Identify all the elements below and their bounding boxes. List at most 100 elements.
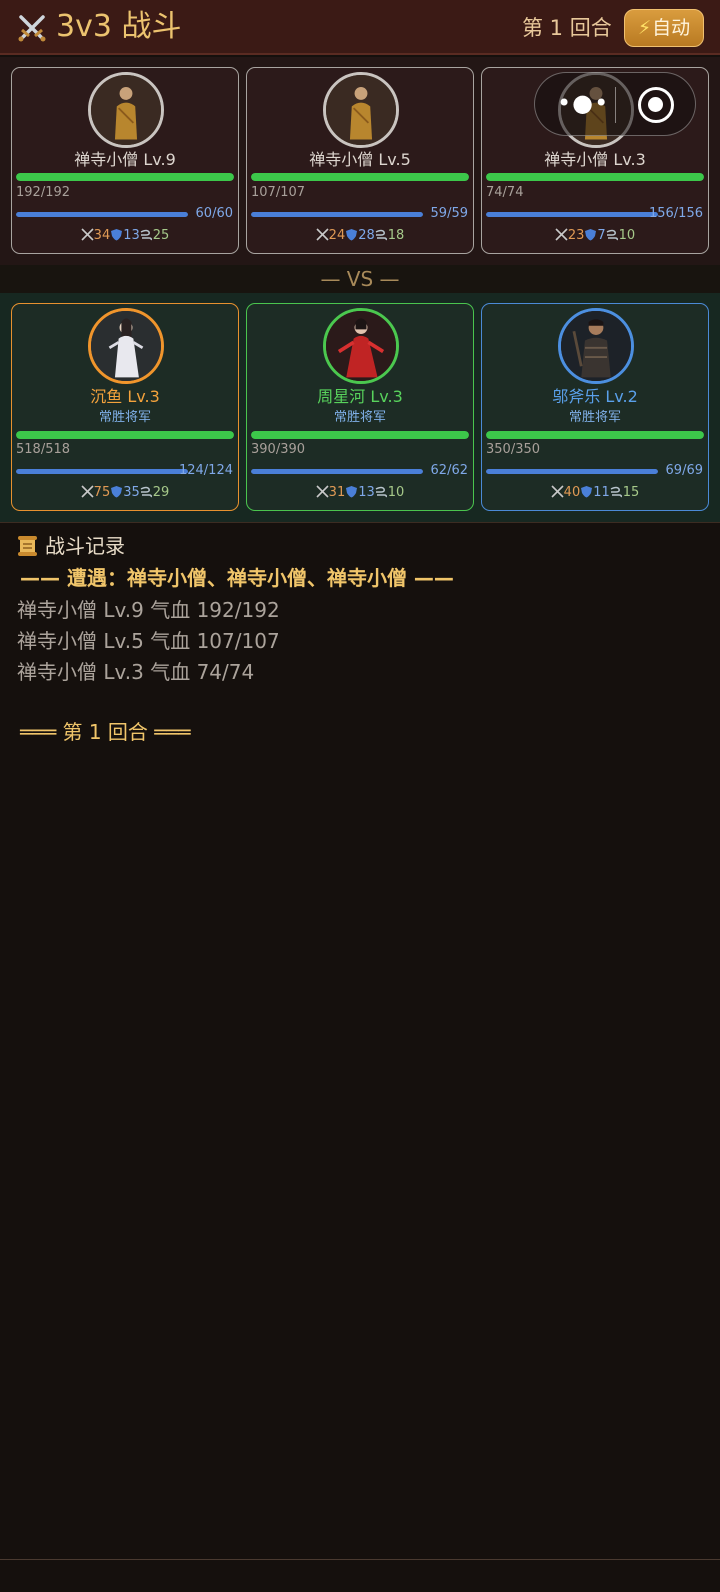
unit-name: 周星河 Lv.3 — [317, 387, 403, 406]
mp-value: 62/62 — [430, 463, 468, 478]
sword-icon — [555, 228, 568, 241]
mp-value: 124/124 — [178, 463, 233, 478]
mp-bar-fill — [16, 212, 188, 217]
speed-value: 10 — [618, 228, 636, 243]
enemy-card-1[interactable]: 禅寺小僧 Lv.9 192/192 60/60 34 13 25 — [11, 67, 239, 254]
target-circle-icon[interactable] — [638, 87, 674, 123]
mp-bar-fill — [486, 212, 658, 217]
sword-icon — [551, 485, 564, 498]
log-line: 禅寺小僧 Lv.3 气血 74/74 — [17, 660, 255, 684]
sword-icon — [316, 228, 329, 241]
hp-bar — [251, 173, 469, 181]
more-dots-icon[interactable]: •●• — [557, 89, 609, 117]
avatar — [558, 308, 634, 384]
battle-header: 3v3 战斗 第 1 回合 ⚡自动 — [0, 0, 720, 55]
hp-value: 350/350 — [486, 442, 541, 457]
speed-value: 10 — [387, 485, 405, 500]
hp-bar — [16, 173, 234, 181]
wind-icon — [140, 486, 152, 498]
unit-name: 禅寺小僧 Lv.3 — [544, 150, 646, 169]
hp-bar-fill — [251, 173, 469, 181]
mp-bar — [251, 212, 423, 217]
attack-value: 23 — [567, 228, 585, 243]
wind-icon — [606, 229, 618, 241]
hp-bar-fill — [251, 431, 469, 439]
unit-name: 禅寺小僧 Lv.9 — [74, 150, 176, 169]
attack-value: 31 — [328, 485, 346, 500]
enemy-card-2[interactable]: 禅寺小僧 Lv.5 107/107 59/59 24 28 18 — [246, 67, 474, 254]
mp-bar — [16, 469, 188, 474]
hp-bar — [486, 431, 704, 439]
wind-icon — [140, 229, 152, 241]
auto-button-label: 自动 — [652, 17, 691, 39]
unit-name: 沉鱼 Lv.3 — [90, 387, 160, 406]
unit-title: 常胜将军 — [333, 410, 386, 425]
capsule-separator — [615, 87, 616, 123]
hp-bar-fill — [486, 431, 704, 439]
mp-bar — [251, 469, 423, 474]
unit-title: 常胜将军 — [568, 410, 621, 425]
speed-value: 25 — [152, 228, 170, 243]
mp-value: 156/156 — [648, 206, 703, 221]
defense-value: 7 — [597, 228, 606, 243]
scroll-icon — [18, 536, 37, 556]
mp-bar — [486, 469, 658, 474]
shield-icon — [581, 486, 593, 498]
shield-icon — [111, 229, 123, 241]
mp-bar-fill — [16, 469, 188, 474]
wind-icon — [610, 486, 622, 498]
defense-value: 28 — [358, 228, 375, 243]
attack-value: 34 — [93, 228, 111, 243]
hp-bar — [16, 431, 234, 439]
mp-value: 59/59 — [430, 206, 468, 221]
unit-stats: 75 35 29 — [12, 485, 238, 501]
miniprogram-capsule: •●• — [534, 72, 696, 136]
shield-icon — [346, 229, 358, 241]
defense-value: 13 — [123, 228, 140, 243]
unit-title: 常胜将军 — [98, 410, 151, 425]
shield-icon — [346, 486, 358, 498]
hp-bar-fill — [16, 431, 234, 439]
crossed-swords-icon — [18, 15, 46, 42]
unit-name: 邬斧乐 Lv.2 — [552, 387, 638, 406]
attack-value: 40 — [563, 485, 581, 500]
defense-value: 35 — [123, 485, 140, 500]
speed-value: 18 — [387, 228, 405, 243]
unit-stats: 34 13 25 — [12, 228, 238, 244]
attack-value: 75 — [93, 485, 111, 500]
attack-value: 24 — [328, 228, 346, 243]
wind-icon — [375, 229, 387, 241]
hp-bar-fill — [16, 173, 234, 181]
log-round-marker: ═══ 第 1 回合 ═══ — [20, 720, 191, 744]
hp-value: 390/390 — [251, 442, 306, 457]
auto-button[interactable]: ⚡自动 — [624, 9, 704, 47]
ally-card-1[interactable]: 沉鱼 Lv.3 常胜将军 518/518 124/124 75 35 29 — [11, 303, 239, 511]
unit-name: 禅寺小僧 Lv.5 — [309, 150, 411, 169]
hp-value: 74/74 — [486, 185, 524, 200]
hp-bar — [486, 173, 704, 181]
avatar — [88, 72, 164, 148]
mp-value: 60/60 — [195, 206, 233, 221]
unit-stats: 31 13 10 — [247, 485, 473, 501]
hp-value: 192/192 — [16, 185, 71, 200]
sword-icon — [81, 485, 94, 498]
speed-value: 15 — [622, 485, 640, 500]
log-encounter-line: —— 遭遇：禅寺小僧、禅寺小僧、禅寺小僧 —— — [20, 566, 454, 590]
hp-bar-fill — [486, 173, 704, 181]
ally-card-2[interactable]: 周星河 Lv.3 常胜将军 390/390 62/62 31 13 10 — [246, 303, 474, 511]
unit-stats: 23 7 10 — [482, 228, 708, 244]
bottom-divider — [0, 1559, 720, 1560]
lightning-icon: ⚡ — [637, 17, 652, 39]
ally-card-3[interactable]: 邬斧乐 Lv.2 常胜将军 350/350 69/69 40 11 15 — [481, 303, 709, 511]
hp-value: 518/518 — [16, 442, 71, 457]
shield-icon — [111, 486, 123, 498]
shield-icon — [585, 229, 597, 241]
battle-title: 3v3 战斗 — [56, 9, 182, 44]
unit-stats: 40 11 15 — [482, 485, 708, 501]
speed-value: 29 — [152, 485, 170, 500]
divider — [0, 522, 720, 523]
mp-bar — [486, 212, 658, 217]
sword-icon — [316, 485, 329, 498]
mp-value: 69/69 — [665, 463, 703, 478]
mp-bar — [16, 212, 188, 217]
